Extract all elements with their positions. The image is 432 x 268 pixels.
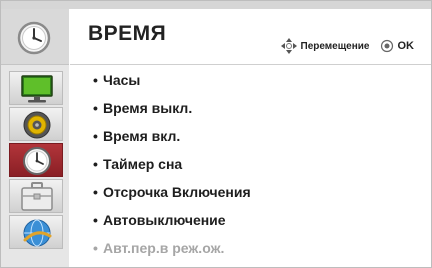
ok-button-icon <box>380 39 393 53</box>
navigation-hint: Перемещение OK <box>280 38 415 54</box>
sidebar-tab-time[interactable] <box>9 143 63 177</box>
toolbox-icon <box>21 182 53 211</box>
time-menu-list: • Часы • Время выкл. • Время вкл. • Таймер с… <box>93 66 251 262</box>
bullet: • <box>93 156 98 172</box>
menu-item-label: Время вкл. <box>103 128 181 144</box>
menu-item-off-time[interactable]: • Время выкл. <box>93 94 251 122</box>
menu-item-label: Часы <box>103 72 141 88</box>
bullet: • <box>93 100 98 116</box>
menu-item-on-time[interactable]: • Время вкл. <box>93 122 251 150</box>
menu-item-label: Авт.пер.в реж.ож. <box>103 240 225 256</box>
sidebar-tab-network[interactable] <box>9 215 63 249</box>
sidebar-header <box>1 9 69 65</box>
menu-item-label: Таймер сна <box>103 156 183 172</box>
bullet: • <box>93 184 98 200</box>
globe-icon <box>23 219 52 247</box>
ok-hint-label: OK <box>397 40 415 52</box>
sidebar-tab-options[interactable] <box>9 179 63 213</box>
header-divider <box>70 64 431 65</box>
sidebar-tab-picture[interactable] <box>9 71 63 105</box>
bullet: • <box>93 128 98 144</box>
menu-item-label: Отсрочка Включения <box>103 184 251 200</box>
audio-speaker-icon <box>23 111 51 139</box>
menu-item-auto-standby: • Авт.пер.в реж.ож. <box>93 234 251 262</box>
menu-item-label: Автовыключение <box>103 212 226 228</box>
menu-item-auto-power-off[interactable]: • Автовыключение <box>93 206 251 234</box>
clock-icon <box>17 21 51 55</box>
nav-hint-label: Перемещение <box>300 40 370 52</box>
bullet: • <box>93 240 98 256</box>
category-sidebar <box>1 9 69 267</box>
sidebar-tab-audio[interactable] <box>9 107 63 141</box>
menu-item-power-on-delay[interactable]: • Отсрочка Включения <box>93 178 251 206</box>
menu-item-label: Время выкл. <box>103 100 193 116</box>
bullet: • <box>93 72 98 88</box>
four-way-arrows-icon <box>280 38 297 54</box>
bullet: • <box>93 212 98 228</box>
menu-item-sleep-timer[interactable]: • Таймер сна <box>93 150 251 178</box>
page-title: ВРЕМЯ <box>88 22 167 45</box>
top-strip <box>1 1 431 9</box>
picture-monitor-icon <box>21 75 53 103</box>
clock-icon <box>23 147 51 175</box>
menu-item-clock[interactable]: • Часы <box>93 66 251 94</box>
